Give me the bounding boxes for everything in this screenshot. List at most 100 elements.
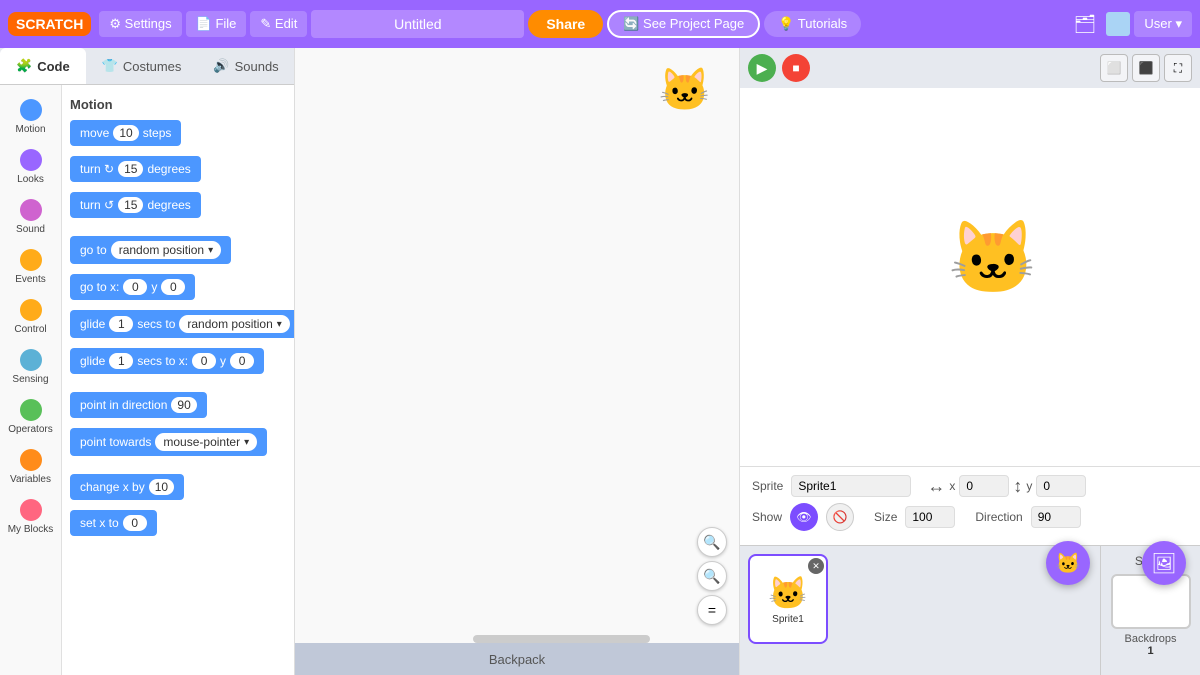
left-panel: 🧩 Code 👕 Costumes 🔊 Sounds Motion <box>0 48 295 675</box>
updown-icon: ↕ <box>1013 476 1022 497</box>
zoom-in-button[interactable]: 🔍 <box>697 527 727 557</box>
zoom-in-icon: 🔍 <box>703 534 720 551</box>
block-glide-xy[interactable]: glide 1 secs to x: 0 y 0 <box>70 348 264 374</box>
backpack-label: Backpack <box>489 652 545 667</box>
block-set-x[interactable]: set x to 0 <box>70 510 157 536</box>
block-goto[interactable]: go to random position <box>70 236 231 264</box>
sidebar-item-control[interactable]: Control <box>3 293 59 341</box>
tab-sounds[interactable]: 🔊 Sounds <box>197 48 294 84</box>
script-area-sprite: 🐱 <box>659 66 711 115</box>
sidebar-item-sensing[interactable]: Sensing <box>3 343 59 391</box>
main-layout: 🧩 Code 👕 Costumes 🔊 Sounds Motion <box>0 48 1200 675</box>
topbar: SCRATCH ⚙ Settings 📄 File ✎ Edit Share 🔄… <box>0 0 1200 48</box>
myblocks-dot <box>20 499 42 521</box>
costume-icon: 👕 <box>102 58 118 74</box>
zoom-out-button[interactable]: 🔍 <box>697 561 727 591</box>
sound-dot <box>20 199 42 221</box>
category-sidebar: Motion Looks Sound Events Control <box>0 85 62 675</box>
script-area[interactable]: 🐱 🔍 🔍 = Backpack <box>295 48 740 675</box>
sprite-card-image: 🐱 <box>768 574 808 612</box>
folder-icon[interactable]: 🗂 <box>1068 10 1103 39</box>
sprite-info-row-2: Show 👁 🚫 Size Direction <box>752 503 1188 531</box>
show-button[interactable]: 👁 <box>790 503 818 531</box>
zoom-fit-icon: = <box>708 602 716 618</box>
zoom-controls: 🔍 🔍 = <box>697 527 727 625</box>
script-scrollbar[interactable] <box>473 635 651 643</box>
edit-button[interactable]: ✎ Edit <box>250 11 307 37</box>
events-dot <box>20 249 42 271</box>
block-turn-cw[interactable]: turn ↻ 15 degrees <box>70 156 201 182</box>
stage-sprite-cat: 🐱 <box>948 216 1038 301</box>
x-input[interactable] <box>959 475 1009 497</box>
project-title-input[interactable] <box>311 10 524 38</box>
tutorials-button[interactable]: 💡 Tutorials <box>764 11 861 37</box>
stage-canvas: 🐱 <box>740 88 1200 466</box>
sprite-stage-panel: ✕ 🐱 Sprite1 🐱 Stage Backdrops 1 🖼 <box>740 545 1200 675</box>
tabs-bar: 🧩 Code 👕 Costumes 🔊 Sounds <box>0 48 294 85</box>
sprite-name-input[interactable] <box>791 475 911 497</box>
stop-button[interactable]: ■ <box>782 54 810 82</box>
block-move[interactable]: move 10 steps <box>70 120 181 146</box>
control-dot <box>20 299 42 321</box>
sprite-info-row-1: Sprite ↔ x ↕ y <box>752 475 1188 497</box>
sidebar-item-variables[interactable]: Variables <box>3 443 59 491</box>
sprite-label: Sprite <box>752 479 783 493</box>
sound-icon: 🔊 <box>213 58 229 74</box>
motion-dot <box>20 99 42 121</box>
block-point-towards[interactable]: point towards mouse-pointer <box>70 428 267 456</box>
file-button[interactable]: 📄 File <box>186 11 247 37</box>
operators-dot <box>20 399 42 421</box>
stage-view-buttons: ⬜ ⬛ ⛶ <box>1100 54 1192 82</box>
zoom-out-icon: 🔍 <box>703 568 720 585</box>
y-label: y <box>1026 479 1032 493</box>
scratch-logo[interactable]: SCRATCH <box>8 12 91 36</box>
add-sprite-button[interactable]: 🐱 <box>1046 541 1090 585</box>
add-backdrop-button[interactable]: 🖼 <box>1142 541 1186 585</box>
sprite-card-sprite1[interactable]: ✕ 🐱 Sprite1 <box>748 554 828 644</box>
x-label: x <box>949 479 955 493</box>
block-goto-xy[interactable]: go to x: 0 y 0 <box>70 274 195 300</box>
sprite-card-name: Sprite1 <box>772 614 804 625</box>
block-change-x[interactable]: change x by 10 <box>70 474 184 500</box>
size-input[interactable] <box>905 506 955 528</box>
share-button[interactable]: Share <box>528 10 603 38</box>
backpack-bar[interactable]: Backpack <box>295 643 739 675</box>
size-label: Size <box>874 510 897 524</box>
direction-label: Direction <box>975 510 1022 524</box>
settings-button[interactable]: ⚙ Settings <box>99 11 181 37</box>
block-turn-ccw[interactable]: turn ↺ 15 degrees <box>70 192 201 218</box>
sidebar-item-motion[interactable]: Motion <box>3 93 59 141</box>
user-menu-button[interactable]: User ▾ <box>1134 11 1192 37</box>
backdrops-label: Backdrops <box>1125 633 1177 645</box>
sensing-dot <box>20 349 42 371</box>
hide-button[interactable]: 🚫 <box>826 503 854 531</box>
block-glide-to[interactable]: glide 1 secs to random position <box>70 310 294 338</box>
stage-controls: ▶ ■ ⬜ ⬛ ⛶ <box>740 48 1200 88</box>
stage-view-fullscreen[interactable]: ⛶ <box>1164 54 1192 82</box>
direction-input[interactable] <box>1031 506 1081 528</box>
right-panel: ▶ ■ ⬜ ⬛ ⛶ 🐱 Sprite ↔ x <box>740 48 1200 675</box>
sprite-delete-button[interactable]: ✕ <box>808 558 824 574</box>
variables-dot <box>20 449 42 471</box>
block-point-direction[interactable]: point in direction 90 <box>70 392 207 418</box>
code-area: Motion Looks Sound Events Control <box>0 85 294 675</box>
sidebar-item-operators[interactable]: Operators <box>3 393 59 441</box>
sidebar-item-looks[interactable]: Looks <box>3 143 59 191</box>
see-project-button[interactable]: 🔄 See Project Page <box>607 10 760 38</box>
blocks-title: Motion <box>70 97 286 112</box>
sidebar-item-sound[interactable]: Sound <box>3 193 59 241</box>
stage-thumbnail[interactable] <box>1111 574 1191 629</box>
stage-view-medium[interactable]: ⬛ <box>1132 54 1160 82</box>
sidebar-item-myblocks[interactable]: My Blocks <box>3 493 59 541</box>
arrows-icon: ↔ <box>927 476 945 497</box>
zoom-fit-button[interactable]: = <box>697 595 727 625</box>
tab-code[interactable]: 🧩 Code <box>0 48 86 84</box>
sidebar-item-events[interactable]: Events <box>3 243 59 291</box>
tab-costumes[interactable]: 👕 Costumes <box>86 48 198 84</box>
y-input[interactable] <box>1036 475 1086 497</box>
code-icon: 🧩 <box>16 58 32 74</box>
green-flag-button[interactable]: ▶ <box>748 54 776 82</box>
show-label: Show <box>752 510 782 524</box>
stage-area: ▶ ■ ⬜ ⬛ ⛶ 🐱 <box>740 48 1200 466</box>
stage-view-small[interactable]: ⬜ <box>1100 54 1128 82</box>
